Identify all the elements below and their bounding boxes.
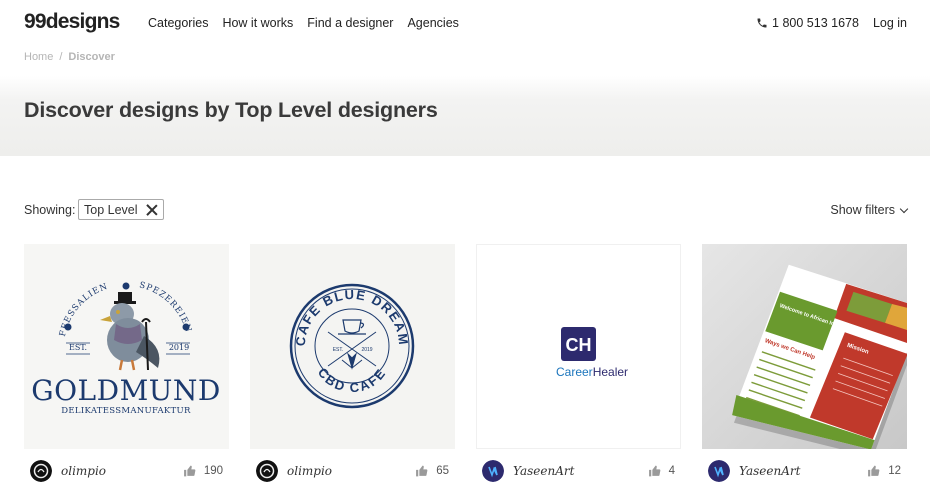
cafe-est: EST. xyxy=(333,347,344,353)
nav-how-it-works[interactable]: How it works xyxy=(222,16,293,30)
filter-row: Showing: Top Level Show filters xyxy=(24,199,909,221)
nav-agencies[interactable]: Agencies xyxy=(407,16,458,30)
goldmund-tagline: DELIKATESSMANUFAKTUR xyxy=(61,406,191,416)
card-meta: YaseenArt 4 xyxy=(482,459,675,483)
like-counter[interactable]: 190 xyxy=(183,465,223,477)
design-card[interactable]: CH CareerHealer YaseenArt 4 xyxy=(476,244,681,482)
avatar[interactable] xyxy=(708,460,730,482)
svg-text:CareerHealer: CareerHealer xyxy=(556,365,628,379)
goldmund-year: 2019 xyxy=(169,343,189,352)
close-icon[interactable] xyxy=(146,204,158,216)
card-meta: olimpio 190 xyxy=(30,459,223,483)
goldmund-logo-art: FEESSALIEN SPEZEREIEN xyxy=(31,280,221,416)
design-image-career-healer[interactable]: CH CareerHealer xyxy=(476,244,681,449)
design-grid: FEESSALIEN SPEZEREIEN xyxy=(24,244,907,495)
avatar[interactable] xyxy=(30,460,52,482)
breadcrumb-current: Discover xyxy=(68,51,115,63)
designer-name[interactable]: olimpio xyxy=(287,464,332,478)
show-filters-label: Show filters xyxy=(830,203,895,217)
logo[interactable]: 99designs xyxy=(24,10,120,34)
design-image-flyer[interactable]: Welcome to African Immigrant Community S… xyxy=(702,244,907,449)
design-image-goldmund[interactable]: FEESSALIEN SPEZEREIEN xyxy=(24,244,229,449)
designer-name[interactable]: YaseenArt xyxy=(739,464,800,478)
breadcrumb-home[interactable]: Home xyxy=(24,51,53,63)
like-count: 190 xyxy=(203,465,223,477)
nav-find-designer[interactable]: Find a designer xyxy=(307,16,393,30)
career-healer-monogram: CH xyxy=(566,335,592,355)
page-title: Discover designs by Top Level designers xyxy=(24,98,438,122)
avatar[interactable] xyxy=(256,460,278,482)
avatar[interactable] xyxy=(482,460,504,482)
svg-text:CAFE BLUE DREAM: CAFE BLUE DREAM xyxy=(293,287,412,347)
like-counter[interactable]: 12 xyxy=(867,465,901,477)
card-meta: YaseenArt 12 xyxy=(708,459,901,483)
goldmund-wordmark: GOLDMUND xyxy=(31,374,221,407)
design-card[interactable]: FEESSALIEN SPEZEREIEN xyxy=(24,244,229,482)
design-image-cafe-blue-dream[interactable]: CAFE BLUE DREAM CBD CAFE EST. 2019 xyxy=(250,244,455,449)
showing-label: Showing: xyxy=(24,203,76,217)
career-healer-name-b: Healer xyxy=(593,365,628,379)
designer-name[interactable]: olimpio xyxy=(61,464,106,478)
cafe-blue-dream-logo-art: CAFE BLUE DREAM CBD CAFE EST. 2019 xyxy=(289,283,415,409)
design-card[interactable]: CAFE BLUE DREAM CBD CAFE EST. 2019 olimp… xyxy=(250,244,455,482)
cafe-year: 2019 xyxy=(361,347,372,353)
thumbs-up-icon xyxy=(648,465,660,477)
cafe-name-arc: CAFE BLUE DREAM xyxy=(293,287,410,347)
phone-number[interactable]: 1 800 513 1678 xyxy=(772,16,859,30)
header-right: 1 800 513 1678 Log in xyxy=(756,16,907,30)
breadcrumb: Home / Discover xyxy=(24,51,115,63)
thumbs-up-icon xyxy=(868,465,880,477)
career-healer-logo-art: CH CareerHealer xyxy=(556,327,628,379)
card-meta: olimpio 65 xyxy=(256,459,449,483)
like-count: 65 xyxy=(436,465,449,477)
show-filters-button[interactable]: Show filters xyxy=(830,203,909,217)
like-count: 12 xyxy=(888,465,901,477)
thumbs-up-icon xyxy=(183,465,196,477)
phone-icon xyxy=(757,18,767,28)
main-nav: Categories How it works Find a designer … xyxy=(148,16,473,30)
designer-name[interactable]: YaseenArt xyxy=(513,464,574,478)
like-counter[interactable]: 65 xyxy=(415,465,449,477)
filter-chip-label: Top Level xyxy=(84,202,138,217)
flyer-mockup-art: Welcome to African Immigrant Community S… xyxy=(702,244,907,449)
hero-banner: Discover designs by Top Level designers xyxy=(0,76,930,156)
like-count: 4 xyxy=(668,465,675,477)
design-card[interactable]: Welcome to African Immigrant Community S… xyxy=(702,244,907,482)
goldmund-est: EST. xyxy=(69,343,87,352)
site-header: 99designs Categories How it works Find a… xyxy=(0,0,930,46)
login-link[interactable]: Log in xyxy=(873,16,907,30)
like-counter[interactable]: 4 xyxy=(648,465,675,477)
career-healer-name-a: Career xyxy=(556,365,593,379)
nav-categories[interactable]: Categories xyxy=(148,16,208,30)
chevron-down-icon xyxy=(899,204,909,213)
breadcrumb-separator: / xyxy=(59,51,63,63)
thumbs-up-icon xyxy=(416,465,428,477)
filter-chip-top-level[interactable]: Top Level xyxy=(78,199,164,220)
